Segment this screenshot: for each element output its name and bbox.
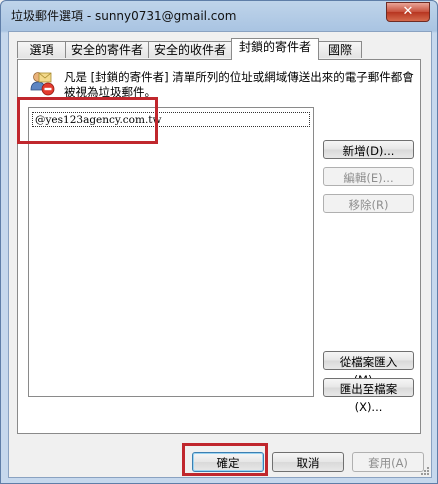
close-button[interactable]: ✕ [386, 2, 430, 22]
tab-strip: 選項 安全的寄件者 安全的收件者 封鎖的寄件者 國際 [17, 38, 427, 60]
edit-button[interactable]: 編輯(E)... [323, 167, 414, 186]
panel-description: 凡是 [封鎖的寄件者] 清單所列的位址或網域傳送出來的電子郵件都會被視為垃圾郵件… [64, 70, 414, 99]
export-to-file-button[interactable]: 匯出至檔案(X)... [323, 378, 414, 414]
apply-button[interactable]: 套用(A) [352, 452, 424, 472]
tab-safe-recipients[interactable]: 安全的收件者 [148, 41, 232, 58]
blocked-senders-panel: 凡是 [封鎖的寄件者] 清單所列的位址或網域傳送出來的電子郵件都會被視為垃圾郵件… [17, 59, 421, 434]
tab-safe-senders[interactable]: 安全的寄件者 [65, 41, 149, 58]
title-bar[interactable]: 垃圾郵件選項 - sunny0731@gmail.com ✕ [1, 1, 437, 31]
list-item[interactable]: @yes123agency.com.tw [32, 112, 310, 127]
remove-button[interactable]: 移除(R) [323, 194, 414, 213]
window-title: 垃圾郵件選項 - sunny0731@gmail.com [11, 9, 237, 23]
resize-grip-icon[interactable] [420, 466, 430, 476]
import-from-file-button[interactable]: 從檔案匯入(M)... [323, 351, 414, 387]
tab-options[interactable]: 選項 [17, 41, 66, 58]
blocked-senders-icon [30, 72, 55, 96]
blocked-senders-list[interactable]: @yes123agency.com.tw [28, 107, 314, 397]
tab-international[interactable]: 國際 [318, 41, 362, 58]
tab-blocked-senders[interactable]: 封鎖的寄件者 [231, 38, 319, 60]
dialog-body: 選項 安全的寄件者 安全的收件者 封鎖的寄件者 國際 凡是 [封鎖的寄件者] 清… [8, 31, 432, 478]
dialog-window: 垃圾郵件選項 - sunny0731@gmail.com ✕ 選項 安全的寄件者… [0, 0, 438, 484]
add-button[interactable]: 新增(D)... [323, 140, 414, 159]
ok-button[interactable]: 確定 [192, 452, 264, 472]
cancel-button[interactable]: 取消 [272, 452, 344, 472]
